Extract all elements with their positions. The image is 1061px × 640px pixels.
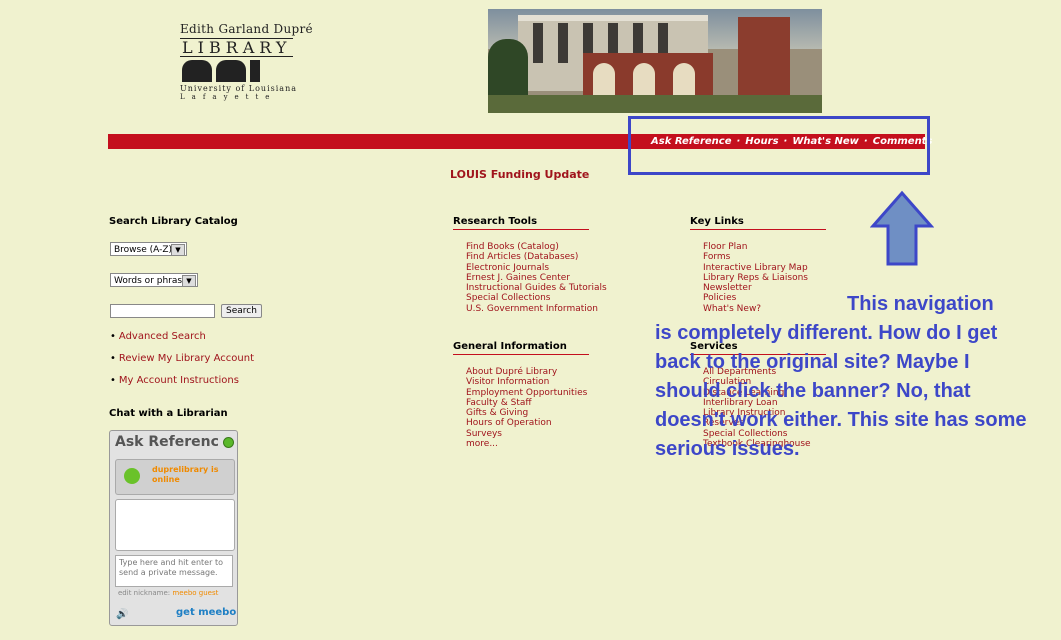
- research-tools-heading: Research Tools: [453, 216, 589, 230]
- account-instructions-label: My Account Instructions: [118, 375, 239, 386]
- library-logo[interactable]: Edith Garland Dupré LIBRARY University o…: [180, 22, 320, 101]
- search-type-select[interactable]: Words or phrase ▼: [110, 273, 198, 287]
- research-link[interactable]: Instructional Guides & Tutorials: [466, 283, 607, 293]
- research-link[interactable]: Electronic Journals: [466, 263, 607, 273]
- general-link[interactable]: Hours of Operation: [466, 418, 587, 428]
- general-link[interactable]: more...: [466, 439, 587, 449]
- keylinks-link[interactable]: Floor Plan: [703, 242, 808, 252]
- search-type-value: Words or phrase: [114, 276, 188, 286]
- research-link[interactable]: Find Articles (Databases): [466, 252, 607, 262]
- nick-value: meebo guest: [172, 589, 219, 597]
- logo-line-1: Edith Garland Dupré: [180, 22, 313, 36]
- funding-update-link[interactable]: LOUIS Funding Update: [450, 168, 589, 181]
- annotation-highlight-box: [628, 116, 930, 175]
- account-instructions-link[interactable]: • My Account Instructions: [110, 375, 239, 386]
- general-link[interactable]: Surveys: [466, 429, 587, 439]
- meebo-brand-link[interactable]: get meebo: [176, 607, 236, 618]
- research-tools-list: Find Books (Catalog) Find Articles (Datab…: [466, 242, 607, 314]
- general-link[interactable]: Employment Opportunities: [466, 388, 587, 398]
- chat-status-text: duprelibrary is online: [152, 465, 219, 484]
- review-account-link[interactable]: • Review My Library Account: [110, 353, 254, 364]
- chat-heading: Chat with a Librarian: [109, 408, 228, 419]
- keylinks-link[interactable]: Library Reps & Liaisons: [703, 273, 808, 283]
- logo-line-3: University of Louisiana: [180, 84, 297, 93]
- review-account-label: Review My Library Account: [118, 353, 255, 364]
- speaker-icon[interactable]: 🔊: [116, 609, 128, 620]
- browse-select-value: Browse (A-Z): [114, 245, 173, 255]
- annotation-text: This navigation is completely different. …: [655, 290, 1040, 464]
- general-link[interactable]: Gifts & Giving: [466, 408, 587, 418]
- chat-nickname[interactable]: edit nickname: meebo guest: [118, 589, 218, 597]
- annotation-text-first: This navigation: [847, 293, 994, 315]
- nick-label: edit nickname:: [118, 589, 171, 597]
- general-link[interactable]: About Dupré Library: [466, 367, 587, 377]
- annotation-text-rest: is completely different. How do I get ba…: [655, 322, 1027, 460]
- general-info-heading: General Information: [453, 341, 589, 355]
- keylinks-link[interactable]: Interactive Library Map: [703, 263, 808, 273]
- chat-messages: [115, 499, 235, 551]
- logo-mark-icon: [182, 60, 320, 82]
- chevron-down-icon: ▼: [182, 275, 196, 287]
- browse-select[interactable]: Browse (A-Z) ▼: [110, 242, 187, 256]
- advanced-search-label: Advanced Search: [118, 331, 206, 342]
- key-links-heading: Key Links: [690, 216, 826, 230]
- research-link[interactable]: Ernest J. Gaines Center: [466, 273, 607, 283]
- catalog-search-input[interactable]: [110, 304, 215, 318]
- general-info-list: About Dupré Library Visitor Information Em…: [466, 367, 587, 449]
- chevron-down-icon: ▼: [171, 244, 185, 256]
- banner-photo[interactable]: [488, 9, 822, 113]
- advanced-search-link[interactable]: • Advanced Search: [110, 331, 206, 342]
- logo-line-2: LIBRARY: [180, 38, 294, 57]
- search-catalog-heading: Search Library Catalog: [109, 216, 238, 227]
- chat-status-panel: duprelibrary is online: [115, 459, 235, 495]
- research-link[interactable]: Special Collections: [466, 293, 607, 303]
- general-link[interactable]: Visitor Information: [466, 377, 587, 387]
- chat-message-input[interactable]: Type here and hit enter to send a privat…: [115, 555, 233, 587]
- online-icon: [124, 468, 140, 484]
- research-link[interactable]: Find Books (Catalog): [466, 242, 607, 252]
- logo-line-4: Lafayette: [180, 93, 277, 101]
- chat-widget-title: Ask Referenc: [115, 434, 219, 450]
- search-button[interactable]: Search: [221, 304, 262, 318]
- general-link[interactable]: Faculty & Staff: [466, 398, 587, 408]
- chat-widget: Ask Referenc duprelibrary is online Type…: [109, 430, 238, 626]
- up-arrow-icon: [870, 190, 934, 266]
- online-status-icon: [223, 437, 234, 448]
- keylinks-link[interactable]: Forms: [703, 252, 808, 262]
- research-link[interactable]: U.S. Government Information: [466, 304, 607, 314]
